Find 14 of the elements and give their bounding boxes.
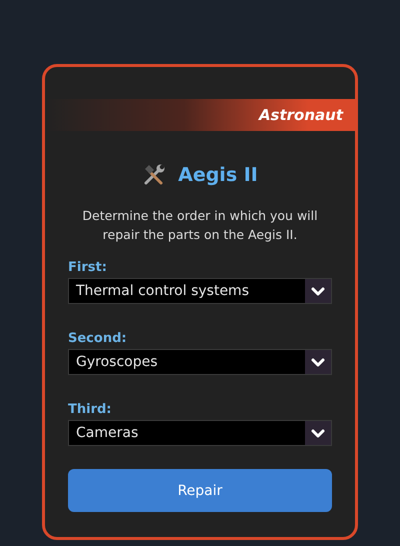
repair-button[interactable]: Repair bbox=[68, 469, 332, 512]
select-field[interactable]: Gyroscopes bbox=[68, 349, 332, 375]
chevron-down-icon bbox=[311, 286, 325, 296]
select-field[interactable]: Cameras bbox=[68, 420, 332, 446]
chevron-down-icon bbox=[311, 358, 325, 366]
hammer-wrench-icon bbox=[142, 163, 166, 187]
field-label: First: bbox=[68, 260, 107, 275]
field-label: Second: bbox=[68, 331, 127, 346]
field-label: Third: bbox=[68, 402, 112, 417]
instructions-text: Determine the order in which you will repair the parts on the Aegis II. bbox=[81, 207, 319, 244]
chevron-down-icon bbox=[311, 428, 325, 438]
ship-title: Aegis II bbox=[178, 164, 258, 186]
role-label: Astronaut bbox=[258, 106, 343, 124]
select-field[interactable]: Thermal control systems bbox=[68, 278, 332, 304]
